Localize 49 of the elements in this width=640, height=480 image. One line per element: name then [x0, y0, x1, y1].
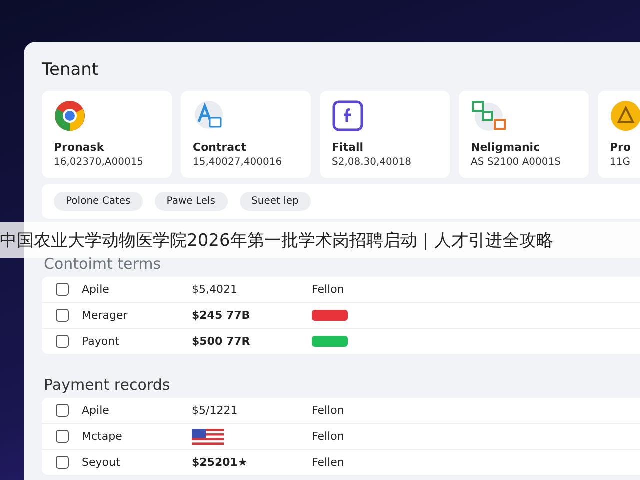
app-card[interactable]: Pro 11G	[598, 91, 640, 178]
panel-title: Tenant	[42, 60, 100, 80]
name-cell-text: Seyout	[82, 456, 122, 469]
status-text: Fellen	[312, 456, 346, 469]
ring-icon	[54, 100, 86, 132]
section-title: Payment records	[44, 376, 172, 394]
amount-text: $500 77R	[192, 335, 252, 348]
row-checkbox[interactable]	[56, 404, 69, 417]
row-checkbox[interactable]	[56, 283, 69, 296]
flag-icon	[192, 428, 224, 444]
row-checkbox[interactable]	[56, 309, 69, 322]
card-title: Pro	[610, 141, 632, 154]
name-cell-text: Mctape	[82, 430, 124, 443]
card-title: Fitall	[332, 141, 365, 154]
name-cell-text: Apile	[82, 283, 110, 296]
card-value: 11G	[610, 157, 632, 168]
status-text: Fellon	[312, 404, 346, 417]
amount-text: $25201★	[192, 456, 249, 469]
card-title: Contract	[193, 141, 248, 154]
translate-icon	[193, 100, 225, 132]
filter-chip[interactable]: Pawe Lels	[154, 192, 228, 211]
name-cell-text: Payont	[82, 335, 120, 348]
card-value: S2,08.30,40018	[332, 157, 413, 168]
amount-text: $5/1221	[192, 404, 239, 417]
row-checkbox[interactable]	[56, 456, 69, 469]
card-value: 16,02370,A00015	[54, 157, 145, 168]
app-card[interactable]: Pronask 16,02370,A00015	[42, 91, 172, 178]
card-title: Neligmanic	[471, 141, 542, 154]
status-text: Fellon	[312, 283, 346, 296]
card-value: AS S2100 A0001S	[471, 157, 562, 168]
amount-text: $5,4021	[192, 283, 238, 296]
row-checkbox[interactable]	[56, 430, 69, 443]
square-icon	[332, 100, 364, 132]
warning-icon	[610, 100, 640, 132]
filter-chip[interactable]: Sueet lep	[240, 192, 311, 211]
tiles-icon	[471, 100, 507, 132]
amount-text: $245 77B	[192, 309, 252, 322]
status-text: Fellon	[312, 430, 346, 443]
app-card[interactable]: Neligmanic AS S2100 A0001S	[459, 91, 589, 178]
app-card[interactable]: Contract 15,40027,400016	[181, 91, 311, 178]
filter-chip[interactable]: Polone Cates	[54, 192, 143, 211]
row-checkbox[interactable]	[56, 335, 69, 348]
headline-text: 中国农业大学动物医学院2026年第一批学术岗招聘启动｜人才引进全攻略	[0, 230, 554, 252]
card-value: 15,40027,400016	[193, 157, 284, 168]
card-title: Pronask	[54, 141, 106, 154]
app-card[interactable]: Fitall S2,08.30,40018	[320, 91, 450, 178]
name-cell-text: Apile	[82, 404, 110, 417]
name-cell-text: Merager	[82, 309, 129, 322]
section-title: Contoimt terms	[44, 255, 162, 273]
